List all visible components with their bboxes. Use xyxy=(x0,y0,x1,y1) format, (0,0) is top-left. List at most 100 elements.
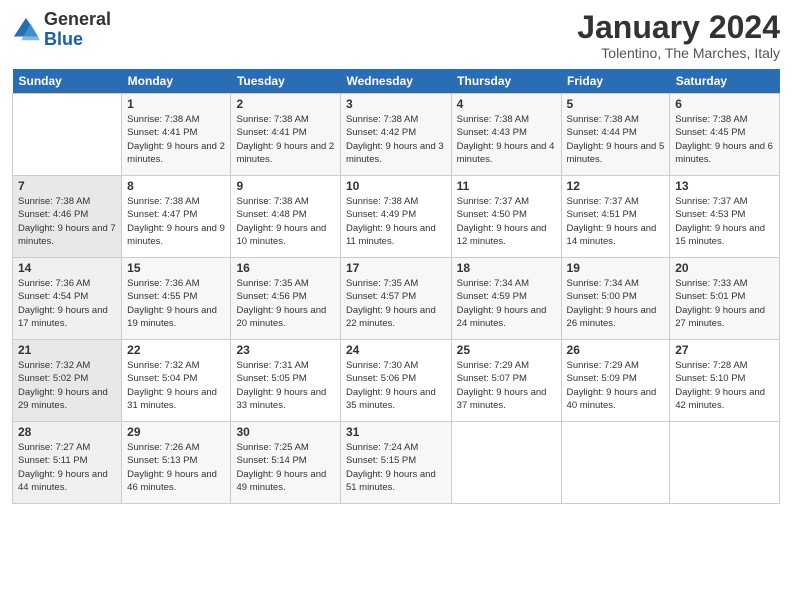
day-number: 13 xyxy=(675,179,774,193)
col-friday: Friday xyxy=(561,69,670,94)
col-sunday: Sunday xyxy=(13,69,122,94)
logo-icon xyxy=(12,16,40,44)
logo-general: General xyxy=(44,9,111,29)
day-info: Sunrise: 7:38 AMSunset: 4:41 PMDaylight:… xyxy=(127,114,225,165)
day-info: Sunrise: 7:34 AMSunset: 5:00 PMDaylight:… xyxy=(567,278,657,329)
col-tuesday: Tuesday xyxy=(231,69,340,94)
page: General Blue January 2024 Tolentino, The… xyxy=(0,0,792,612)
day-info: Sunrise: 7:31 AMSunset: 5:05 PMDaylight:… xyxy=(236,360,326,411)
day-number: 9 xyxy=(236,179,334,193)
calendar-week-1: 1Sunrise: 7:38 AMSunset: 4:41 PMDaylight… xyxy=(13,94,780,176)
calendar-table: Sunday Monday Tuesday Wednesday Thursday… xyxy=(12,69,780,504)
table-row: 26 Sunrise: 7:29 AMSunset: 5:09 PMDayligh… xyxy=(561,340,670,422)
day-number: 16 xyxy=(236,261,334,275)
day-info: Sunrise: 7:37 AMSunset: 4:53 PMDaylight:… xyxy=(675,196,765,247)
day-number: 20 xyxy=(675,261,774,275)
table-row: 11Sunrise: 7:37 AMSunset: 4:50 PMDayligh… xyxy=(451,176,561,258)
table-row: 30Sunrise: 7:25 AMSunset: 5:14 PMDayligh… xyxy=(231,422,340,504)
day-info: Sunrise: 7:27 AMSunset: 5:11 PMDaylight:… xyxy=(18,442,108,493)
day-number: 17 xyxy=(346,261,446,275)
logo-text: General Blue xyxy=(44,10,111,50)
table-row xyxy=(670,422,780,504)
table-row: 13 Sunrise: 7:37 AMSunset: 4:53 PMDayligh… xyxy=(670,176,780,258)
table-row: 25 Sunrise: 7:29 AMSunset: 5:07 PMDayligh… xyxy=(451,340,561,422)
table-row: 16 Sunrise: 7:35 AMSunset: 4:56 PMDayligh… xyxy=(231,258,340,340)
day-info: Sunrise: 7:38 AMSunset: 4:49 PMDaylight:… xyxy=(346,196,436,247)
day-info: Sunrise: 7:37 AMSunset: 4:51 PMDaylight:… xyxy=(567,196,657,247)
day-info: Sunrise: 7:38 AMSunset: 4:48 PMDaylight:… xyxy=(236,196,326,247)
table-row xyxy=(451,422,561,504)
table-row: 10 Sunrise: 7:38 AMSunset: 4:49 PMDayligh… xyxy=(340,176,451,258)
day-info: Sunrise: 7:38 AMSunset: 4:45 PMDaylight:… xyxy=(675,114,773,165)
table-row: 6 Sunrise: 7:38 AMSunset: 4:45 PMDaylight… xyxy=(670,94,780,176)
table-row: 1Sunrise: 7:38 AMSunset: 4:41 PMDaylight… xyxy=(122,94,231,176)
day-info: Sunrise: 7:38 AMSunset: 4:42 PMDaylight:… xyxy=(346,114,444,165)
day-info: Sunrise: 7:38 AMSunset: 4:41 PMDaylight:… xyxy=(236,114,334,165)
table-row: 17 Sunrise: 7:35 AMSunset: 4:57 PMDayligh… xyxy=(340,258,451,340)
table-row: 23 Sunrise: 7:31 AMSunset: 5:05 PMDayligh… xyxy=(231,340,340,422)
day-number: 6 xyxy=(675,97,774,111)
day-number: 21 xyxy=(18,343,116,357)
table-row: 22Sunrise: 7:32 AMSunset: 5:04 PMDayligh… xyxy=(122,340,231,422)
title-block: January 2024 Tolentino, The Marches, Ita… xyxy=(577,10,780,61)
day-info: Sunrise: 7:38 AMSunset: 4:43 PMDaylight:… xyxy=(457,114,555,165)
day-number: 19 xyxy=(567,261,665,275)
day-info: Sunrise: 7:38 AMSunset: 4:46 PMDaylight:… xyxy=(18,196,116,247)
day-info: Sunrise: 7:36 AMSunset: 4:55 PMDaylight:… xyxy=(127,278,217,329)
day-number: 14 xyxy=(18,261,116,275)
day-number: 18 xyxy=(457,261,556,275)
day-number: 31 xyxy=(346,425,446,439)
calendar-week-5: 28 Sunrise: 7:27 AMSunset: 5:11 PMDayligh… xyxy=(13,422,780,504)
day-number: 4 xyxy=(457,97,556,111)
calendar-week-4: 21 Sunrise: 7:32 AMSunset: 5:02 PMDayligh… xyxy=(13,340,780,422)
day-number: 28 xyxy=(18,425,116,439)
table-row: 24 Sunrise: 7:30 AMSunset: 5:06 PMDayligh… xyxy=(340,340,451,422)
day-info: Sunrise: 7:38 AMSunset: 4:47 PMDaylight:… xyxy=(127,196,225,247)
table-row: 15 Sunrise: 7:36 AMSunset: 4:55 PMDayligh… xyxy=(122,258,231,340)
table-row xyxy=(13,94,122,176)
table-row: 19 Sunrise: 7:34 AMSunset: 5:00 PMDayligh… xyxy=(561,258,670,340)
day-info: Sunrise: 7:38 AMSunset: 4:44 PMDaylight:… xyxy=(567,114,665,165)
day-info: Sunrise: 7:30 AMSunset: 5:06 PMDaylight:… xyxy=(346,360,436,411)
day-info: Sunrise: 7:26 AMSunset: 5:13 PMDaylight:… xyxy=(127,442,217,493)
day-number: 15 xyxy=(127,261,225,275)
day-number: 24 xyxy=(346,343,446,357)
table-row: 8Sunrise: 7:38 AMSunset: 4:47 PMDaylight… xyxy=(122,176,231,258)
table-row: 28 Sunrise: 7:27 AMSunset: 5:11 PMDayligh… xyxy=(13,422,122,504)
day-number: 12 xyxy=(567,179,665,193)
table-row: 27 Sunrise: 7:28 AMSunset: 5:10 PMDayligh… xyxy=(670,340,780,422)
table-row: 20Sunrise: 7:33 AMSunset: 5:01 PMDayligh… xyxy=(670,258,780,340)
day-number: 25 xyxy=(457,343,556,357)
day-number: 27 xyxy=(675,343,774,357)
table-row: 31 Sunrise: 7:24 AMSunset: 5:15 PMDayligh… xyxy=(340,422,451,504)
calendar-week-3: 14Sunrise: 7:36 AMSunset: 4:54 PMDayligh… xyxy=(13,258,780,340)
day-number: 5 xyxy=(567,97,665,111)
table-row: 21 Sunrise: 7:32 AMSunset: 5:02 PMDayligh… xyxy=(13,340,122,422)
day-number: 3 xyxy=(346,97,446,111)
day-info: Sunrise: 7:35 AMSunset: 4:56 PMDaylight:… xyxy=(236,278,326,329)
day-info: Sunrise: 7:32 AMSunset: 5:02 PMDaylight:… xyxy=(18,360,108,411)
table-row: 18Sunrise: 7:34 AMSunset: 4:59 PMDayligh… xyxy=(451,258,561,340)
day-number: 26 xyxy=(567,343,665,357)
day-info: Sunrise: 7:28 AMSunset: 5:10 PMDaylight:… xyxy=(675,360,765,411)
table-row: 7Sunrise: 7:38 AMSunset: 4:46 PMDaylight… xyxy=(13,176,122,258)
col-wednesday: Wednesday xyxy=(340,69,451,94)
day-number: 10 xyxy=(346,179,446,193)
day-info: Sunrise: 7:35 AMSunset: 4:57 PMDaylight:… xyxy=(346,278,436,329)
day-info: Sunrise: 7:29 AMSunset: 5:09 PMDaylight:… xyxy=(567,360,657,411)
header: General Blue January 2024 Tolentino, The… xyxy=(12,10,780,61)
day-info: Sunrise: 7:37 AMSunset: 4:50 PMDaylight:… xyxy=(457,196,547,247)
table-row: 5 Sunrise: 7:38 AMSunset: 4:44 PMDaylight… xyxy=(561,94,670,176)
month-year: January 2024 xyxy=(577,10,780,45)
day-info: Sunrise: 7:32 AMSunset: 5:04 PMDaylight:… xyxy=(127,360,217,411)
col-saturday: Saturday xyxy=(670,69,780,94)
table-row: 9 Sunrise: 7:38 AMSunset: 4:48 PMDaylight… xyxy=(231,176,340,258)
location: Tolentino, The Marches, Italy xyxy=(577,45,780,61)
table-row: 14Sunrise: 7:36 AMSunset: 4:54 PMDayligh… xyxy=(13,258,122,340)
day-info: Sunrise: 7:24 AMSunset: 5:15 PMDaylight:… xyxy=(346,442,436,493)
col-monday: Monday xyxy=(122,69,231,94)
table-row: 29Sunrise: 7:26 AMSunset: 5:13 PMDayligh… xyxy=(122,422,231,504)
day-number: 23 xyxy=(236,343,334,357)
logo-blue: Blue xyxy=(44,29,83,49)
day-info: Sunrise: 7:29 AMSunset: 5:07 PMDaylight:… xyxy=(457,360,547,411)
